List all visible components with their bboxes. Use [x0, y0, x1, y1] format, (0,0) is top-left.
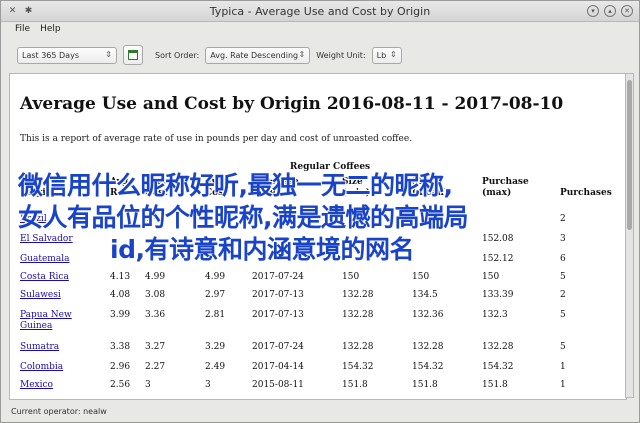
vertical-scrollbar[interactable]: [625, 73, 634, 398]
table-cell: 150: [412, 272, 430, 282]
table-cell: 133.39: [482, 290, 514, 300]
table-cell: 5: [560, 342, 566, 352]
table-cell: 1: [560, 380, 566, 390]
menu-help[interactable]: Help: [40, 24, 61, 34]
table-cell: 132.3: [482, 310, 508, 320]
origin-link[interactable]: Sulawesi: [20, 290, 82, 301]
table-cell: 2.49: [205, 362, 226, 372]
table-cell: 3: [205, 380, 211, 390]
origin-link[interactable]: El Salvador: [20, 234, 82, 245]
overlay-text-line-3: id,有诗意和内涵意境的网名: [110, 235, 414, 264]
weight-unit-value: Lb: [376, 50, 387, 60]
table-cell: 3: [560, 234, 566, 244]
table-cell: 2017-07-24: [252, 272, 304, 282]
chevron-down-icon: ⇕: [389, 49, 397, 59]
date-range-select[interactable]: Last 365 Days ⇕: [17, 46, 117, 64]
table-cell: 132.28: [342, 290, 374, 300]
table-cell: 3.99: [110, 310, 131, 320]
origin-link[interactable]: Costa Rica: [20, 272, 82, 283]
sort-order-select[interactable]: Avg. Rate Descending ⇕: [205, 46, 311, 64]
table-cell: 1: [560, 362, 566, 372]
origin-link[interactable]: Papua New Guinea: [20, 310, 82, 332]
column-header-line: Purchases: [560, 188, 612, 198]
weight-unit-select[interactable]: Lb ⇕: [371, 46, 402, 64]
table-cell: 154.32: [342, 362, 374, 372]
origin-link[interactable]: Colombia: [20, 362, 82, 373]
table-cell: 154.32: [412, 362, 444, 372]
table-cell: 132.28: [342, 310, 374, 320]
table-cell: 3: [145, 380, 151, 390]
table-cell: 5: [560, 272, 566, 282]
close-icon[interactable]: ✕: [621, 5, 633, 17]
scrollbar-thumb[interactable]: [627, 80, 632, 230]
table-cell: 152.08: [482, 234, 514, 244]
title-bar: ✕ ✱ Typica - Average Use and Cost by Ori…: [1, 1, 639, 22]
sort-order-value: Avg. Rate Descending: [210, 50, 299, 60]
table-cell: 151.8: [342, 380, 368, 390]
table-cell: 134.5: [412, 290, 438, 300]
chevron-down-icon: ⇕: [298, 49, 306, 59]
overlay-text-line-1: 微信用什么昵称好听,最独一无二的昵称,: [18, 171, 453, 200]
origin-link[interactable]: Mexico: [20, 380, 82, 391]
table-cell: 4.99: [145, 272, 166, 282]
table-cell: 4.08: [110, 290, 131, 300]
calendar-icon: [128, 50, 138, 60]
table-cell: 4.99: [205, 272, 226, 282]
table-cell: 132.28: [342, 342, 374, 352]
origin-link[interactable]: Sumatra: [20, 342, 82, 353]
table-cell: 2015-08-11: [252, 380, 304, 390]
menu-file[interactable]: File: [15, 24, 30, 34]
table-cell: 2.96: [110, 362, 131, 372]
table-cell: 132.36: [412, 310, 444, 320]
table-cell: 2017-07-13: [252, 310, 304, 320]
table-cell: 3.38: [110, 342, 131, 352]
status-bar: Current operator: nealw: [11, 407, 107, 416]
window-title: Typica - Average Use and Cost by Origin: [209, 5, 431, 18]
table-cell: 2017-07-24: [252, 342, 304, 352]
table-cell: 2: [560, 214, 566, 224]
table-cell: 2.81: [205, 310, 226, 320]
table-cell: 2017-04-14: [252, 362, 304, 372]
table-cell: 6: [560, 254, 566, 264]
column-header-line: (max): [482, 188, 512, 198]
overlay-text-line-2: 女人有品位的个性昵称,满是遗憾的高端局: [18, 203, 469, 232]
table-cell: 3.27: [145, 342, 166, 352]
calendar-button[interactable]: [123, 45, 143, 65]
report-title: Average Use and Cost by Origin 2016-08-1…: [20, 94, 564, 114]
table-cell: 3.29: [205, 342, 226, 352]
title-bar-right-controls: ▾ ▴ ✕: [587, 5, 633, 17]
column-header: Purchases: [560, 188, 612, 199]
date-range-value: Last 365 Days: [22, 50, 79, 60]
table-cell: 132.28: [482, 342, 514, 352]
weight-unit-label: Weight Unit:: [316, 50, 366, 60]
column-header: Purchase (max): [482, 177, 529, 199]
app-window: ✕ ✱ Typica - Average Use and Cost by Ori…: [0, 0, 640, 423]
table-cell: 151.8: [412, 380, 438, 390]
table-cell: 2.27: [145, 362, 166, 372]
chevron-down-icon: ⇕: [105, 49, 112, 59]
report-view[interactable]: Average Use and Cost by Origin 2016-08-1…: [9, 73, 627, 400]
maximize-icon[interactable]: ▴: [604, 5, 616, 17]
minimize-icon[interactable]: ▾: [587, 5, 599, 17]
table-cell: 4.13: [110, 272, 131, 282]
table-cell: 152.12: [482, 254, 514, 264]
table-cell: 2.97: [205, 290, 226, 300]
origin-link[interactable]: Guatemala: [20, 254, 82, 265]
table-cell: 3.36: [145, 310, 166, 320]
table-cell: 154.32: [482, 362, 514, 372]
report-description: This is a report of average rate of use …: [20, 134, 413, 144]
table-cell: 2017-07-13: [252, 290, 304, 300]
table-cell: 150: [482, 272, 500, 282]
table-cell: 150: [342, 272, 360, 282]
toolbar: Last 365 Days ⇕ Sort Order: Avg. Rate De…: [1, 41, 639, 69]
table-cell: 132.28: [412, 342, 444, 352]
table-cell: 2.56: [110, 380, 131, 390]
table-cell: 2: [560, 290, 566, 300]
sort-order-label: Sort Order:: [155, 50, 200, 60]
table-cell: 5: [560, 310, 566, 320]
menu-bar: File Help: [1, 21, 639, 37]
table-cell: 3.08: [145, 290, 166, 300]
table-cell: 151.8: [482, 380, 508, 390]
column-header-line: Purchase: [482, 177, 529, 187]
